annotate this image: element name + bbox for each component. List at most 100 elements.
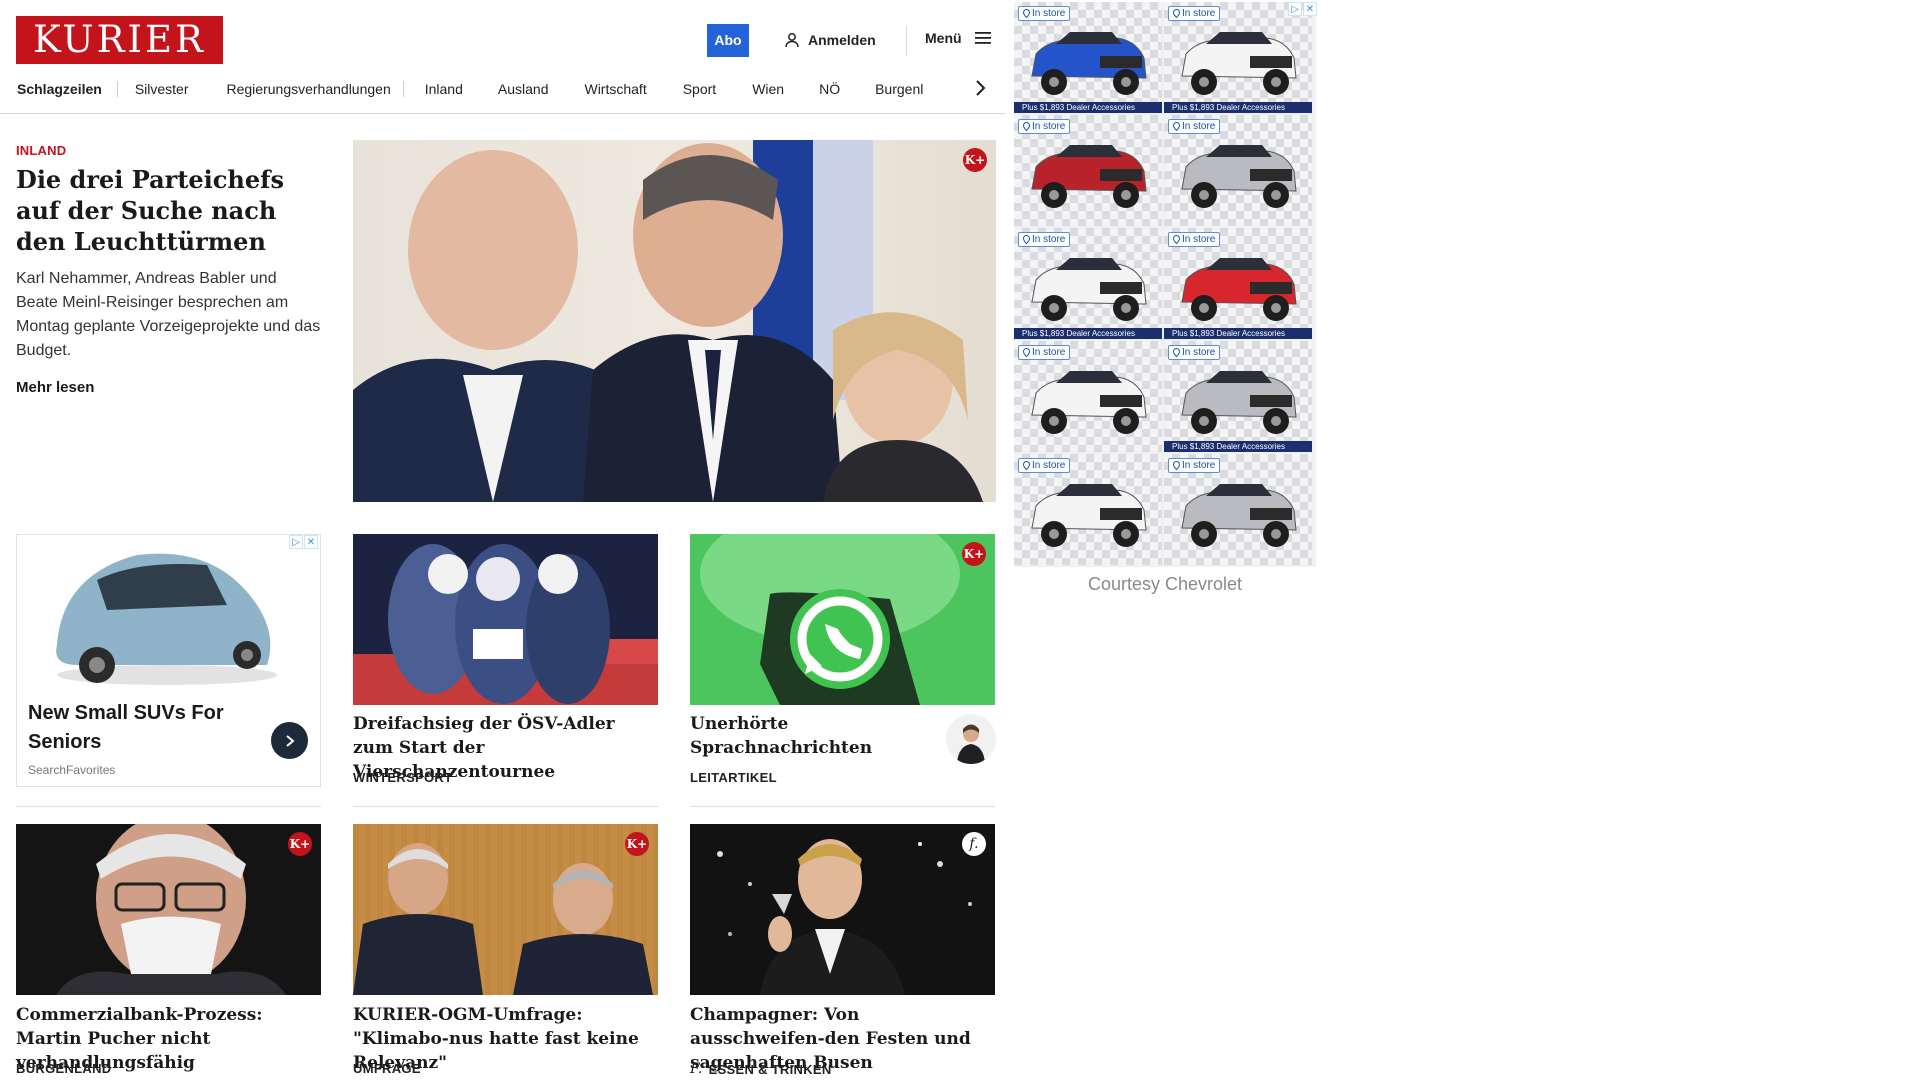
- in-store-label: In store: [1032, 234, 1066, 245]
- location-pin-icon: [1173, 461, 1180, 470]
- ad-tile[interactable]: In store Plus $1,893 Dealer Accessories: [1164, 228, 1312, 339]
- card-image-umfrage[interactable]: K+: [353, 824, 658, 995]
- ad-tile[interactable]: In store Plus $1,893 Dealer Accessories: [1164, 341, 1312, 452]
- location-pin-icon: [1023, 9, 1030, 18]
- kplus-badge: K+: [963, 148, 987, 172]
- menu-label: Menü: [925, 30, 962, 46]
- card-category-leitartikel[interactable]: LEITARTIKEL: [690, 770, 777, 785]
- truck-image: [1031, 371, 1147, 434]
- ski-jumpers-photo: [353, 534, 658, 705]
- hero-photo: [353, 140, 983, 502]
- in-store-badge: In store: [1018, 119, 1071, 134]
- ad-tile[interactable]: In store: [1014, 454, 1162, 565]
- ad-info-icon[interactable]: ▷: [1288, 2, 1302, 16]
- card-divider: [690, 806, 995, 807]
- location-pin-icon: [1023, 235, 1030, 244]
- nav-item-noe[interactable]: NÖ: [819, 81, 840, 97]
- login-button[interactable]: Anmelden: [784, 30, 876, 50]
- ad-title[interactable]: New Small SUVs For Seniors: [28, 699, 228, 757]
- truck-image: [1031, 32, 1147, 95]
- location-pin-icon: [1173, 348, 1180, 357]
- header-divider: [906, 26, 907, 56]
- ad-tile[interactable]: In store: [1164, 454, 1312, 565]
- card-category-essen[interactable]: f. ESSEN & TRINKEN: [690, 1061, 832, 1077]
- gatsby-photo: [690, 824, 995, 995]
- read-more-link[interactable]: Mehr lesen: [16, 379, 321, 396]
- abo-button[interactable]: Abo: [707, 24, 749, 57]
- hero-article[interactable]: INLAND Die drei Parteichefs auf der Such…: [16, 143, 321, 396]
- kurier-logo[interactable]: KURIER: [16, 16, 223, 64]
- nav-item-silvester[interactable]: Silvester: [135, 81, 189, 97]
- in-store-badge: In store: [1168, 458, 1221, 473]
- ad-image: [17, 535, 320, 693]
- truck-image: [1181, 145, 1297, 208]
- in-store-label: In store: [1182, 347, 1216, 358]
- ad-choices[interactable]: ▷ ✕: [289, 535, 318, 549]
- chevron-right-icon[interactable]: [974, 78, 986, 98]
- author-photo: [957, 724, 985, 764]
- nav-item-wirtschaft[interactable]: Wirtschaft: [584, 81, 646, 97]
- ad-info-icon[interactable]: ▷: [289, 535, 303, 549]
- location-pin-icon: [1173, 235, 1180, 244]
- nav-item-inland[interactable]: Inland: [425, 81, 463, 97]
- card-title-sprachnachrichten[interactable]: Unerhörte Sprachnachrichten: [690, 712, 920, 760]
- ad-tile[interactable]: In store Plus $1,893 Dealer Accessories: [1014, 2, 1162, 113]
- hamburger-icon: [974, 32, 991, 44]
- in-store-badge: In store: [1168, 119, 1221, 134]
- in-store-label: In store: [1032, 460, 1066, 471]
- in-store-label: In store: [1032, 121, 1066, 132]
- location-pin-icon: [1023, 122, 1030, 131]
- hero-kicker[interactable]: INLAND: [16, 143, 321, 158]
- in-store-badge: In store: [1168, 6, 1221, 21]
- in-store-badge: In store: [1018, 6, 1071, 21]
- ad-courtesy-label: Courtesy Chevrolet: [1087, 574, 1243, 594]
- card-image-champagner[interactable]: f.: [690, 824, 995, 995]
- site-header: KURIER Abo Anmelden Menü Schlagzeilen Si…: [0, 0, 1005, 114]
- in-store-badge: In store: [1168, 345, 1221, 360]
- truck-image: [1181, 32, 1297, 95]
- ad-arrow-button[interactable]: [271, 722, 308, 759]
- nav-item-sport[interactable]: Sport: [683, 81, 716, 97]
- ad-tile[interactable]: In store Plus $1,893 Dealer Accessories: [1164, 2, 1312, 113]
- dealer-strip: Plus $1,893 Dealer Accessories: [1164, 328, 1312, 339]
- user-icon: [785, 33, 799, 48]
- hero-image[interactable]: K+: [353, 140, 996, 502]
- nav-item-regierungsverhandlungen[interactable]: Regierungsverhandlungen: [227, 81, 404, 97]
- author-avatar[interactable]: [946, 714, 996, 764]
- kplus-badge: K+: [625, 832, 649, 856]
- ad-tile[interactable]: In store Plus $1,893 Dealer Accessories: [1014, 228, 1162, 339]
- card-category-burgenland[interactable]: BURGENLAND: [16, 1061, 111, 1076]
- in-store-label: In store: [1032, 8, 1066, 19]
- in-store-label: In store: [1182, 8, 1216, 19]
- login-label: Anmelden: [808, 32, 876, 48]
- sidebar-ad[interactable]: In store Plus $1,893 Dealer Accessories In…: [1014, 2, 1316, 567]
- card-image-wintersport[interactable]: [353, 534, 658, 705]
- ad-tile[interactable]: In store: [1014, 115, 1162, 226]
- card-category-umfrage[interactable]: UMFRAGE: [353, 1061, 421, 1076]
- location-pin-icon: [1023, 348, 1030, 357]
- truck-image: [1181, 371, 1297, 434]
- ad-choices[interactable]: ▷ ✕: [1288, 2, 1317, 16]
- ad-close-icon[interactable]: ✕: [1303, 2, 1317, 16]
- in-store-label: In store: [1182, 234, 1216, 245]
- nav-item-wien[interactable]: Wien: [752, 81, 784, 97]
- card-divider: [353, 806, 658, 807]
- nav-item-ausland[interactable]: Ausland: [498, 81, 549, 97]
- menu-button[interactable]: Menü: [925, 30, 992, 46]
- hero-title[interactable]: Die drei Parteichefs auf der Suche nach …: [16, 164, 321, 257]
- card-image-commerzialbank[interactable]: K+: [16, 824, 321, 995]
- card-image-whatsapp[interactable]: K+: [690, 534, 995, 705]
- kplus-badge: K+: [288, 832, 312, 856]
- ad-tile[interactable]: In store: [1014, 341, 1162, 452]
- card-category-wintersport[interactable]: WINTERSPORT: [353, 770, 452, 785]
- ad-close-icon[interactable]: ✕: [304, 535, 318, 549]
- sponsored-ad-card[interactable]: ▷ ✕ New Small SUVs For Seniors SearchFavo…: [16, 534, 321, 787]
- location-pin-icon: [1023, 461, 1030, 470]
- nav-item-schlagzeilen[interactable]: Schlagzeilen: [17, 81, 118, 97]
- freizeit-badge: f.: [962, 832, 986, 856]
- nav-item-burgenland[interactable]: Burgenl: [875, 81, 923, 97]
- dealer-strip: Plus $1,893 Dealer Accessories: [1164, 102, 1312, 113]
- ad-tile[interactable]: In store: [1164, 115, 1312, 226]
- in-store-label: In store: [1182, 121, 1216, 132]
- in-store-label: In store: [1182, 460, 1216, 471]
